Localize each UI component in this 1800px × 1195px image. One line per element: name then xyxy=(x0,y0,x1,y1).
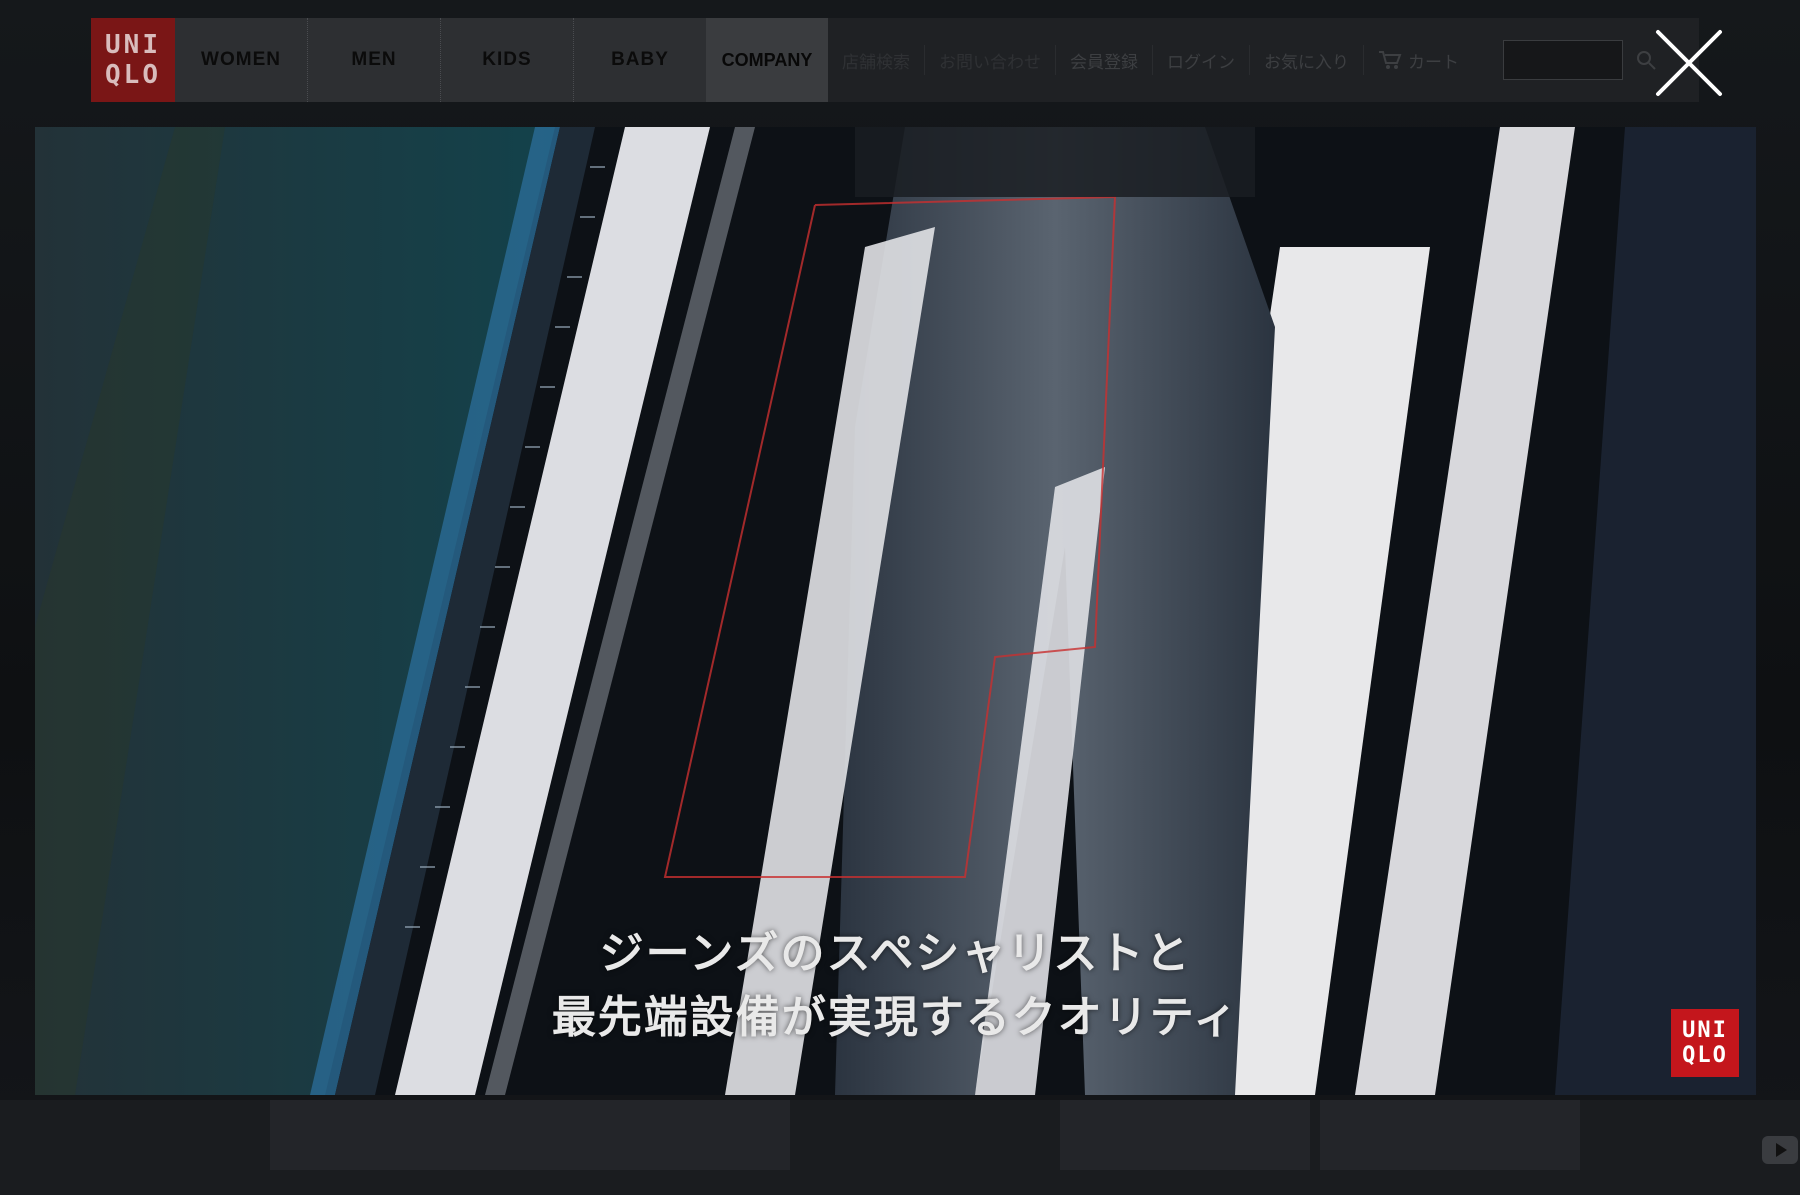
play-icon[interactable] xyxy=(1760,1130,1800,1170)
subtitle-line-1: ジーンズのスペシャリストと xyxy=(599,928,1192,979)
video-watermark-logo: UNI QLO xyxy=(1671,1009,1739,1077)
main-nav: WOMEN MEN KIDS BABY xyxy=(175,18,706,102)
dimmed-thumbnail xyxy=(1060,1100,1310,1170)
close-icon[interactable] xyxy=(1650,24,1728,102)
logo-line-1: UNI xyxy=(105,30,161,60)
favorites-link[interactable]: お気に入り xyxy=(1250,45,1364,75)
nav-item-baby[interactable]: BABY xyxy=(574,18,706,102)
login-link[interactable]: ログイン xyxy=(1153,45,1250,75)
site-header: UNI QLO WOMEN MEN KIDS BABY COMPANY 店舗検索… xyxy=(91,18,1699,102)
search-input[interactable] xyxy=(1503,40,1623,80)
nav-item-kids[interactable]: KIDS xyxy=(441,18,574,102)
cart-label: カート xyxy=(1408,52,1459,73)
cart-link[interactable]: カート xyxy=(1364,48,1473,73)
video-player[interactable]: ジーンズのスペシャリストと 最先端設備が実現するクオリティ UNI QLO xyxy=(35,127,1756,1095)
register-link[interactable]: 会員登録 xyxy=(1056,45,1153,75)
dimmed-thumbnail xyxy=(270,1100,540,1170)
subtitle-line-2: 最先端設備が実現するクオリティ xyxy=(551,992,1240,1043)
cart-icon xyxy=(1379,51,1402,69)
dimmed-thumbnail xyxy=(540,1100,790,1170)
logo-line-2: QLO xyxy=(105,60,161,90)
nav-item-men[interactable]: MEN xyxy=(308,18,441,102)
dimmed-thumbnail xyxy=(1320,1100,1580,1170)
nav-item-company[interactable]: COMPANY xyxy=(706,18,828,102)
uniqlo-logo[interactable]: UNI QLO xyxy=(91,18,175,102)
watermark-line-2: QLO xyxy=(1682,1043,1728,1068)
nav-item-women[interactable]: WOMEN xyxy=(175,18,308,102)
watermark-line-1: UNI xyxy=(1682,1018,1728,1043)
store-search-link[interactable]: 店舗検索 xyxy=(828,45,925,75)
contact-link[interactable]: お問い合わせ xyxy=(925,45,1056,75)
utility-nav: 店舗検索 お問い合わせ 会員登録 ログイン お気に入り カート xyxy=(828,18,1657,102)
